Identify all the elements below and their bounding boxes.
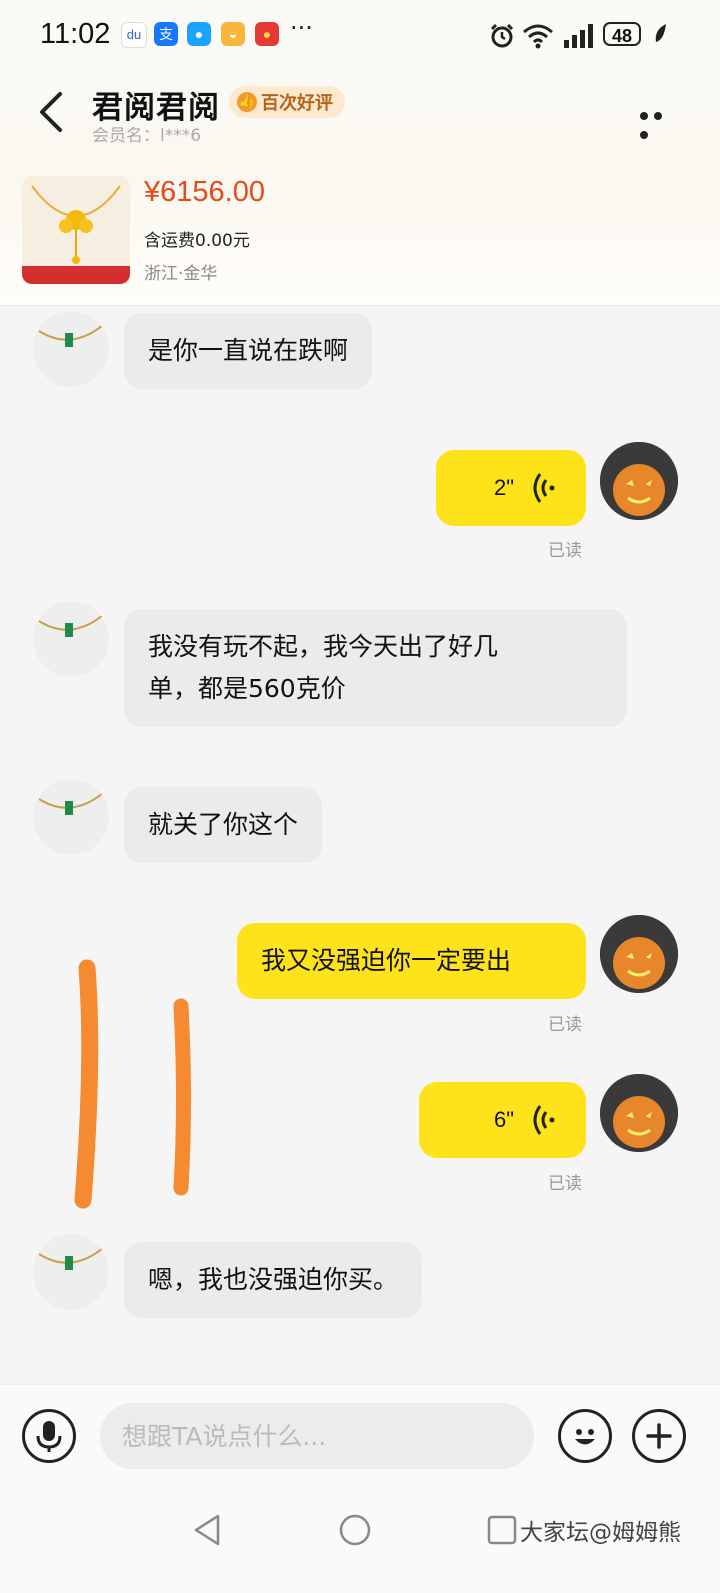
voice-input-button[interactable]	[22, 1409, 76, 1463]
leaf-icon	[655, 24, 666, 42]
message-line: 单，都是560克价	[148, 674, 346, 703]
voice-message-sent[interactable]: 2"	[436, 450, 586, 526]
message-bubble-received[interactable]: 是你一直说在跌啊	[124, 313, 373, 389]
watermark: 大家坛@姆姆熊	[520, 1520, 681, 1546]
red-packet-icon: ●	[255, 22, 279, 46]
battery-indicator: 48	[603, 22, 641, 46]
seller-avatar[interactable]	[33, 779, 109, 855]
back-icon[interactable]	[34, 90, 74, 134]
read-receipt: 已读	[548, 541, 582, 561]
message-line: 我没有玩不起，我今天出了好几	[148, 632, 499, 661]
status-time: 11:02	[40, 18, 111, 50]
message-bubble-sent[interactable]: 我又没强迫你一定要出	[237, 923, 586, 999]
message-icon: ●	[187, 22, 211, 46]
rating-badge-label: 百次好评	[261, 93, 333, 114]
smile-icon	[575, 1429, 595, 1445]
cup-icon: ◒	[221, 22, 245, 46]
product-price: ¥6156.00	[144, 176, 265, 208]
mic-icon	[36, 1421, 62, 1452]
alipay-icon: 支	[154, 22, 178, 46]
baidu-icon: du	[121, 22, 147, 48]
seller-avatar[interactable]	[33, 1234, 109, 1310]
read-receipt: 已读	[548, 1015, 582, 1035]
read-receipt: 已读	[548, 1174, 582, 1194]
shipping-fee: 含运费0.00元	[144, 231, 250, 251]
rating-badge: 👍 百次好评	[229, 86, 345, 118]
user-avatar[interactable]	[600, 915, 678, 993]
user-avatar[interactable]	[600, 442, 678, 520]
nav-back-icon[interactable]	[190, 1512, 224, 1548]
voice-wave-icon	[533, 1105, 555, 1135]
ship-location: 浙江·金华	[144, 264, 218, 284]
nav-recents-icon[interactable]	[486, 1514, 518, 1546]
user-avatar[interactable]	[600, 1074, 678, 1152]
nav-home-icon[interactable]	[337, 1512, 373, 1548]
message-bubble-received[interactable]: 就关了你这个	[124, 787, 323, 863]
plus-icon	[646, 1423, 672, 1449]
signal-icon	[564, 24, 593, 48]
alarm-icon	[490, 23, 514, 48]
seller-avatar[interactable]	[33, 601, 109, 677]
member-name: 会员名：l***6	[92, 126, 202, 146]
thumb-up-icon: 👍	[237, 92, 257, 112]
more-options-button[interactable]	[640, 105, 680, 139]
voice-duration: 2"	[493, 475, 514, 500]
voice-duration: 6"	[493, 1107, 514, 1132]
product-thumbnail[interactable]	[22, 176, 130, 284]
voice-wave-icon	[533, 473, 555, 503]
more-notifications-icon: ···	[290, 14, 313, 42]
seller-avatar[interactable]	[33, 311, 109, 387]
voice-message-sent[interactable]: 6"	[419, 1082, 586, 1158]
message-input[interactable]	[100, 1403, 534, 1469]
message-bubble-received[interactable]: 我没有玩不起，我今天出了好几 单，都是560克价	[124, 609, 627, 727]
add-attachment-button[interactable]	[632, 1409, 686, 1463]
message-bubble-received[interactable]: 嗯，我也没强迫你买。	[124, 1242, 423, 1318]
emoji-button[interactable]	[558, 1409, 612, 1463]
divider	[0, 305, 720, 306]
wifi-icon	[523, 24, 553, 49]
status-bar: 11:02 du 支 ● ◒ ● ··· 48	[0, 0, 720, 70]
